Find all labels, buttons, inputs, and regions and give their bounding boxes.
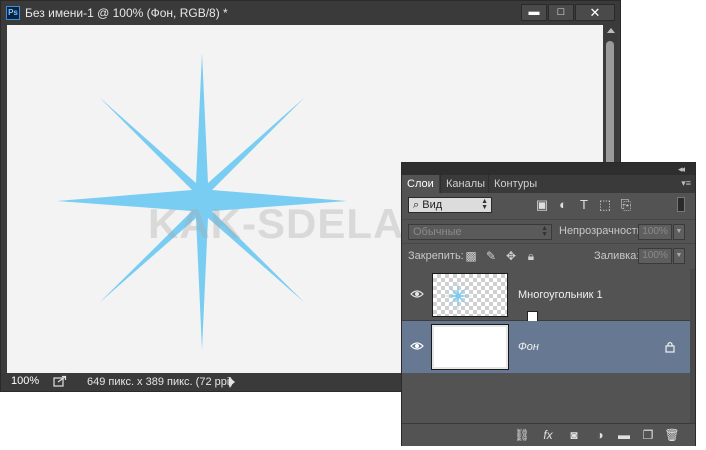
layer-name[interactable]: Фон [518,341,539,353]
tab-layers[interactable]: Слои [402,175,439,193]
layer-name[interactable]: Многоугольник 1 [518,289,603,301]
select-arrows-icon: ▲ ▼ [541,225,548,238]
filter-select-value: Вид [422,199,443,211]
lock-position-icon[interactable]: ✥ [504,249,518,263]
layers-scrollbar[interactable] [690,269,695,423]
lock-label: Закрепить: [408,250,464,262]
layers-panel-toolbar: ⛓ fx ◙ ◑ ▬ ❐ 🗑︎ [402,423,695,446]
new-layer-icon[interactable]: ❐ [640,428,656,442]
layer-thumbnail[interactable] [432,273,538,322]
fx-icon[interactable]: fx [540,428,556,442]
layers-panel: ◂◂ Слои Каналы Контуры ▾≡ ⌕ Вид ▲ ▼ ▣ ◐ T… [401,162,696,446]
lock-row: Закрепить: ▩ ✎ ✥ 🔒︎ Заливка: 100% ▼ [402,243,695,270]
layer-filter-row: ⌕ Вид ▲ ▼ ▣ ◐ T ⬚ ⎘ [402,193,695,219]
collapse-panel-icon[interactable]: ◂◂ [678,164,685,175]
link-layers-icon[interactable]: ⛓ [514,428,530,442]
tab-paths[interactable]: Контуры [488,175,542,193]
maximize-button[interactable]: □ [548,4,574,21]
panel-tabs: Слои Каналы Контуры ▾≡ [402,175,695,193]
star-thumbnail-icon [443,280,473,312]
lock-icon [665,341,675,353]
fill-dropdown-icon[interactable]: ▼ [673,248,685,264]
opacity-field[interactable]: 100% [638,224,672,240]
status-menu-arrow-icon[interactable] [229,377,235,387]
minimize-button[interactable]: ▬ [521,4,547,21]
close-button[interactable]: ✕ [575,4,615,21]
panel-menu-icon[interactable]: ▾≡ [681,178,691,189]
document-size-info: 649 пикс. x 389 пикс. (72 ppi) [87,376,233,388]
image-filter-icon[interactable]: ▣ [534,197,550,213]
visibility-eye-icon[interactable] [410,289,424,299]
smart-object-filter-icon[interactable]: ⎘ [618,197,634,213]
document-titlebar[interactable]: Ps Без имени-1 @ 100% (Фон, RGB/8) * ▬ □… [1,1,620,25]
blend-mode-select[interactable]: Обычные ▲ ▼ [408,224,552,240]
lock-image-icon[interactable]: ✎ [484,249,498,263]
lock-transparent-icon[interactable]: ▩ [464,249,478,263]
layer-filter-select[interactable]: ⌕ Вид ▲ ▼ [408,197,492,213]
photoshop-app-icon: Ps [6,6,20,20]
document-title: Без имени-1 @ 100% (Фон, RGB/8) * [25,6,228,20]
blend-mode-value: Обычные [413,226,462,238]
filter-toggle-switch[interactable] [677,197,685,212]
panel-header-strip[interactable]: ◂◂ [402,163,695,175]
opacity-label: Непрозрачность: [559,225,646,237]
tab-channels[interactable]: Каналы [440,175,490,193]
new-group-icon[interactable]: ▬ [616,428,632,442]
fill-field[interactable]: 100% [638,248,672,264]
adjustment-layer-icon[interactable]: ◑ [592,428,608,442]
delete-layer-icon[interactable]: 🗑︎ [664,428,680,442]
layer-mask-icon[interactable]: ◙ [566,428,582,442]
blend-row: Обычные ▲ ▼ Непрозрачность: 100% ▼ [402,219,695,244]
lock-all-icon[interactable]: 🔒︎ [524,249,538,263]
zoom-level-field[interactable]: 100% [11,375,47,388]
layer-thumbnail[interactable] [431,324,509,370]
layer-row[interactable]: Многоугольник 1 [402,269,690,322]
type-filter-icon[interactable]: T [576,197,592,213]
adjustment-filter-icon[interactable]: ◐ [555,197,571,213]
shape-filter-icon[interactable]: ⬚ [597,197,613,213]
export-icon[interactable] [53,375,67,387]
scroll-up-icon[interactable] [607,28,615,33]
opacity-dropdown-icon[interactable]: ▼ [673,224,685,240]
search-icon: ⌕ [413,199,420,211]
visibility-eye-icon[interactable] [410,341,424,351]
layer-row-selected[interactable]: Фон [402,321,690,373]
select-arrows-icon: ▲ ▼ [481,198,488,211]
fill-label: Заливка: [594,250,640,262]
